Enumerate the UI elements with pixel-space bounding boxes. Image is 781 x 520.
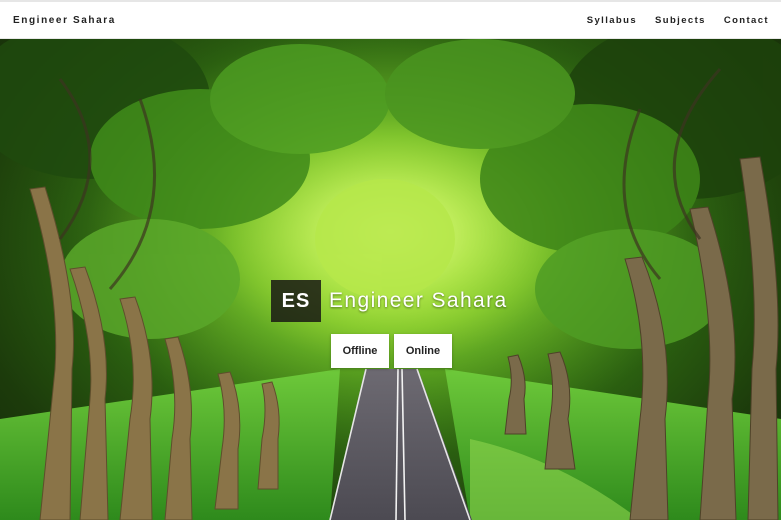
- logo-mark: ES: [271, 280, 321, 322]
- hero-title: Engineer Sahara: [329, 289, 508, 312]
- hero-section: ES Engineer Sahara Offline Online: [0, 39, 781, 520]
- nav-link-subjects[interactable]: Subjects: [655, 15, 706, 26]
- nav-link-contact[interactable]: Contact: [724, 15, 769, 26]
- online-button[interactable]: Online: [394, 334, 452, 368]
- nav-link-syllabus[interactable]: Syllabus: [587, 15, 637, 26]
- brand-link[interactable]: Engineer Sahara: [13, 15, 116, 26]
- hero-logo: ES Engineer Sahara: [271, 280, 508, 322]
- navbar: Engineer Sahara Syllabus Subjects Contac…: [0, 2, 781, 39]
- nav-links: Syllabus Subjects Contact: [587, 15, 769, 26]
- offline-button[interactable]: Offline: [331, 334, 389, 368]
- hero-buttons: Offline Online: [331, 334, 452, 368]
